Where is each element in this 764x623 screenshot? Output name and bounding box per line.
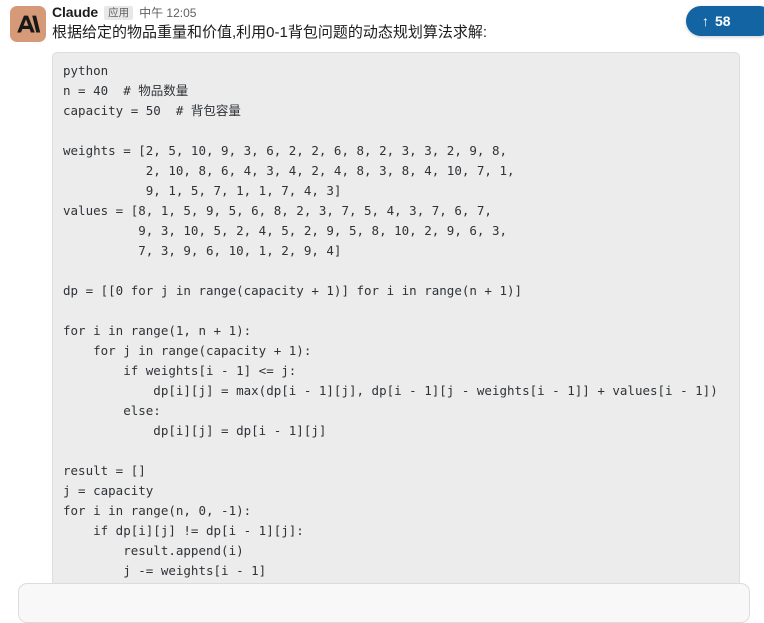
- chat-message: Claude 应用 中午 12:05 根据给定的物品重量和价值,利用0-1背包问…: [0, 0, 752, 583]
- message-timestamp[interactable]: 中午 12:05: [139, 5, 196, 21]
- scrollbar-track[interactable]: [752, 0, 764, 598]
- sender-name[interactable]: Claude: [52, 4, 98, 20]
- arrow-up-icon: ↑: [702, 13, 709, 29]
- code-content: python n = 40 # 物品数量 capacity = 50 # 背包容…: [63, 63, 718, 578]
- message-body: Claude 应用 中午 12:05 根据给定的物品重量和价值,利用0-1背包问…: [52, 4, 752, 583]
- avatar[interactable]: [10, 6, 46, 42]
- jump-to-unread-button[interactable]: ↑ 58: [686, 6, 764, 36]
- unread-count: 58: [715, 13, 731, 29]
- message-composer[interactable]: [18, 583, 750, 623]
- message-container: Claude 应用 中午 12:05 根据给定的物品重量和价值,利用0-1背包问…: [0, 0, 752, 583]
- anthropic-logo-icon: [15, 12, 41, 36]
- code-block: python n = 40 # 物品数量 capacity = 50 # 背包容…: [52, 52, 740, 583]
- message-text: 根据给定的物品重量和价值,利用0-1背包问题的动态规划算法求解:: [52, 24, 488, 41]
- app-badge: 应用: [104, 6, 134, 20]
- message-header: Claude 应用 中午 12:05: [52, 4, 752, 21]
